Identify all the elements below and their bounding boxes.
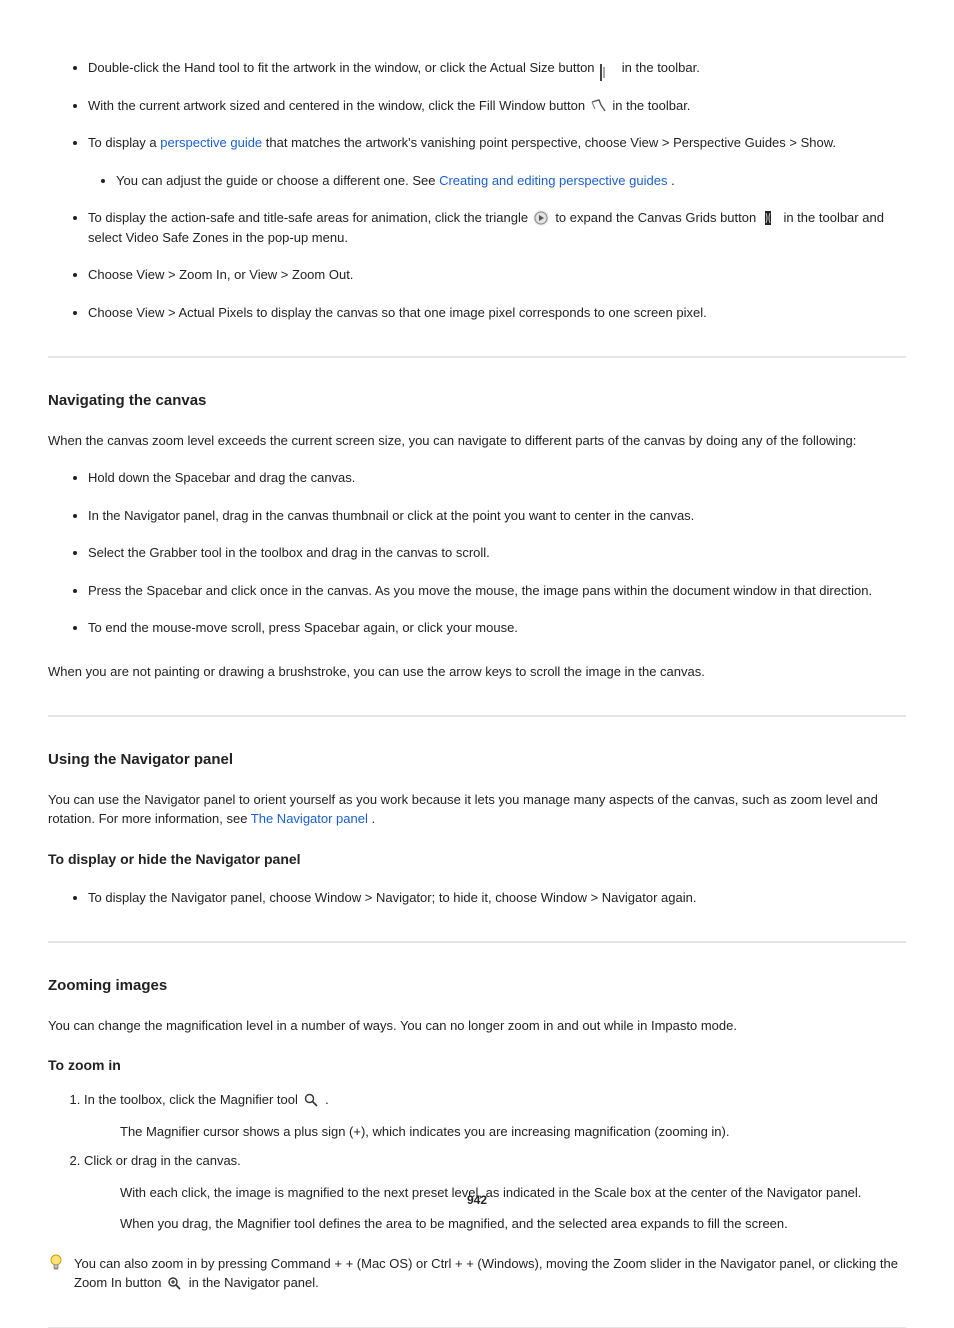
actual-size-icon (600, 61, 616, 75)
text: . (325, 1092, 329, 1107)
list-item: Choose View > Actual Pixels to display t… (88, 303, 906, 323)
perspective-guide-link[interactable]: perspective guide (160, 135, 262, 150)
text: Perspective Guides > Show. (673, 135, 836, 150)
section-navigating-canvas: Navigating the canvas When the canvas zo… (48, 357, 906, 716)
section-zooming-images: Zooming images You can change the magnif… (48, 942, 906, 1328)
subheading: To display or hide the Navigator panel (48, 849, 906, 870)
zoom-in-icon (167, 1276, 183, 1290)
section-continued-list: Double-click the Hand tool to fit the ar… (48, 58, 906, 357)
text: Click or drag in the canvas. (84, 1153, 241, 1168)
text: In the toolbox, click the Magnifier tool (84, 1092, 302, 1107)
paragraph: You can change the magnification level i… (48, 1016, 906, 1036)
list-item: To display a perspective guide that matc… (88, 133, 906, 190)
paragraph: When you are not painting or drawing a b… (48, 662, 906, 682)
text: Double-click the Hand tool to fit the ar… (88, 60, 598, 75)
note: The Magnifier cursor shows a plus sign (… (84, 1122, 906, 1142)
ordered-steps: In the toolbox, click the Magnifier tool… (48, 1090, 906, 1234)
text: in the Navigator panel. (189, 1275, 319, 1290)
canvas-grids-icon (762, 211, 778, 225)
list-item: In the toolbox, click the Magnifier tool… (84, 1090, 906, 1141)
text: in the toolbar. (612, 98, 690, 113)
steps-list: Double-click the Hand tool to fit the ar… (48, 58, 906, 322)
text: Choose View > Zoom In, or View > Zoom Ou… (88, 267, 353, 282)
subheading: To zoom in (48, 1055, 906, 1076)
divider (48, 1327, 906, 1328)
page-number: 942 (0, 1191, 954, 1209)
text: Choose View > Actual Pixels to display t… (88, 305, 707, 320)
tip-text: You can also zoom in by pressing Command… (74, 1254, 906, 1293)
text: that matches the artwork's vanishing poi… (266, 135, 673, 150)
list-item: Select the Grabber tool in the toolbox a… (88, 543, 906, 563)
tip-block: You can also zoom in by pressing Command… (48, 1254, 906, 1293)
text: in the toolbar. (622, 60, 700, 75)
list-item: Double-click the Hand tool to fit the ar… (88, 58, 906, 78)
text: With the current artwork sized and cente… (88, 98, 589, 113)
paragraph: You can use the Navigator panel to orien… (48, 790, 906, 829)
section-heading: Navigating the canvas (48, 390, 906, 413)
list-item: Hold down the Spacebar and drag the canv… (88, 468, 906, 488)
note: When you drag, the Magnifier tool define… (84, 1214, 906, 1234)
text: You can use the Navigator panel to orien… (48, 792, 878, 827)
magnifier-icon (304, 1093, 320, 1107)
text: To display a (88, 135, 160, 150)
list-item: To display the action-safe and title-saf… (88, 208, 906, 247)
text: To display the action-safe and title-saf… (88, 210, 532, 225)
list-item: To display the Navigator panel, choose W… (88, 888, 906, 908)
text: to expand the Canvas Grids button (555, 210, 760, 225)
list-item: Press the Spacebar and click once in the… (88, 581, 906, 601)
list-item: With the current artwork sized and cente… (88, 96, 906, 116)
list-item: In the Navigator panel, drag in the canv… (88, 506, 906, 526)
section-heading: Zooming images (48, 975, 906, 998)
lightbulb-icon (48, 1254, 64, 1293)
text: . (372, 811, 376, 826)
section-navigator-panel: Using the Navigator panel You can use th… (48, 716, 906, 942)
fill-window-icon (591, 99, 607, 113)
text: You can adjust the guide or choose a dif… (116, 173, 439, 188)
list-item: Choose View > Zoom In, or View > Zoom Ou… (88, 265, 906, 285)
list-item: To end the mouse-move scroll, press Spac… (88, 618, 906, 638)
section-heading: Using the Navigator panel (48, 749, 906, 772)
triangle-expand-icon (534, 211, 550, 225)
paragraph: When the canvas zoom level exceeds the c… (48, 431, 906, 451)
navigator-panel-link[interactable]: The Navigator panel (251, 811, 368, 826)
list-item: You can adjust the guide or choose a dif… (116, 171, 906, 191)
text: . (671, 173, 675, 188)
creating-guides-link[interactable]: Creating and editing perspective guides (439, 173, 667, 188)
